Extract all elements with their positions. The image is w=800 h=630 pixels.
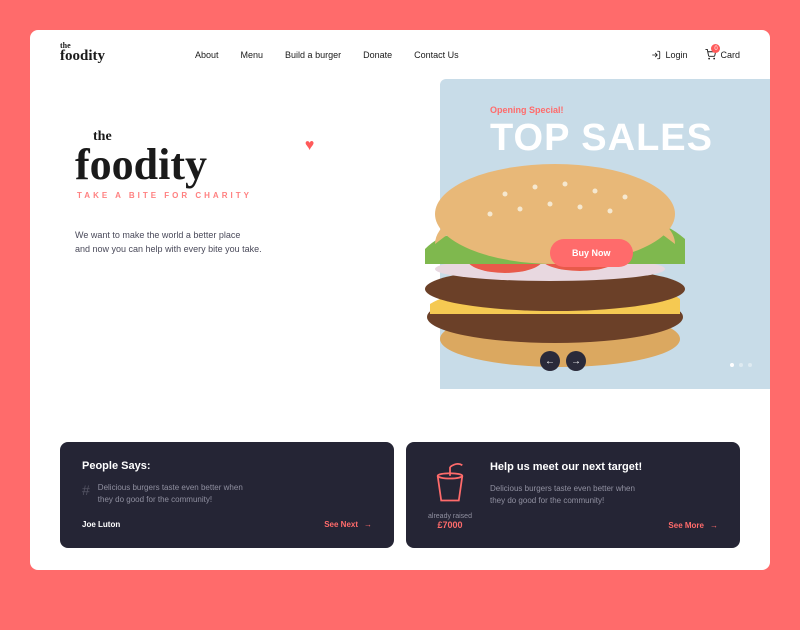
testimonial-card: People Says: # Delicious burgers taste e… bbox=[60, 442, 394, 548]
cup-icon bbox=[432, 460, 468, 504]
slider-next-button[interactable]: → bbox=[566, 351, 586, 371]
raised-label: already raised bbox=[428, 513, 472, 520]
see-more-label: See More bbox=[668, 521, 704, 530]
target-description: Delicious burgers taste even better when… bbox=[490, 483, 718, 507]
header: the foodity About Menu Build a burger Do… bbox=[30, 30, 770, 79]
target-desc-line1: Delicious burgers taste even better when bbox=[490, 484, 635, 493]
cart-badge: 0 bbox=[711, 44, 720, 53]
hero-desc-line2: and now you can help with every bite you… bbox=[75, 244, 262, 254]
cup-section: already raised £7000 bbox=[428, 460, 472, 530]
slider-prev-button[interactable]: ← bbox=[540, 351, 560, 371]
cart-link[interactable]: 0 Card bbox=[705, 49, 740, 60]
quote-line2: they do good for the community! bbox=[98, 495, 212, 504]
login-link[interactable]: Login bbox=[651, 50, 687, 60]
nav-build[interactable]: Build a burger bbox=[285, 50, 341, 60]
dot-1[interactable] bbox=[730, 363, 734, 367]
login-icon bbox=[651, 50, 661, 60]
arrow-right-icon: → bbox=[710, 521, 718, 530]
hero-desc-line1: We want to make the world a better place bbox=[75, 230, 240, 240]
login-label: Login bbox=[665, 50, 687, 60]
testimonial-quote: # Delicious burgers taste even better wh… bbox=[82, 482, 372, 506]
hero-logo-text: foodity bbox=[75, 140, 207, 189]
see-next-label: See Next bbox=[324, 520, 358, 529]
hero-section: the foodity ♥ TAKE A BITE FOR CHARITY We… bbox=[30, 79, 770, 409]
hash-icon: # bbox=[82, 482, 90, 498]
see-more-link[interactable]: See More → bbox=[668, 521, 718, 530]
main-nav: About Menu Build a burger Donate Contact… bbox=[195, 50, 459, 60]
testimonial-footer: Joe Luton See Next → bbox=[82, 520, 372, 529]
dot-2[interactable] bbox=[739, 363, 743, 367]
nav-contact[interactable]: Contact Us bbox=[414, 50, 459, 60]
raised-amount: £7000 bbox=[428, 520, 472, 530]
header-right: Login 0 Card bbox=[651, 49, 740, 60]
hero-right: Opening Special! TOP SALES Buy Now ← → bbox=[440, 79, 770, 389]
nav-donate[interactable]: Donate bbox=[363, 50, 392, 60]
target-footer: See More → bbox=[490, 521, 718, 530]
hero-logo-name: foodity ♥ bbox=[75, 145, 374, 185]
opening-label: Opening Special! bbox=[490, 105, 564, 115]
bottom-cards: People Says: # Delicious burgers taste e… bbox=[30, 442, 770, 548]
cart-label: Card bbox=[720, 50, 740, 60]
hero-logo: the foodity ♥ TAKE A BITE FOR CHARITY bbox=[75, 129, 374, 200]
nav-menu[interactable]: Menu bbox=[241, 50, 264, 60]
logo-small[interactable]: the foodity bbox=[60, 44, 105, 65]
logo-name: foodity bbox=[60, 48, 105, 64]
target-title: Help us meet our next target! bbox=[490, 461, 718, 473]
slider-dots bbox=[730, 363, 752, 367]
slider-nav: ← → bbox=[540, 351, 586, 371]
testimonial-title: People Says: bbox=[82, 460, 372, 472]
hero-description: We want to make the world a better place… bbox=[75, 228, 295, 257]
target-card: already raised £7000 Help us meet our ne… bbox=[406, 442, 740, 548]
see-next-link[interactable]: See Next → bbox=[324, 520, 372, 529]
target-desc-line2: they do good for the community! bbox=[490, 496, 604, 505]
quote-text: Delicious burgers taste even better when… bbox=[98, 482, 243, 506]
hero-tagline: TAKE A BITE FOR CHARITY bbox=[77, 191, 374, 200]
testimonial-author: Joe Luton bbox=[82, 520, 120, 529]
arrow-right-icon: → bbox=[364, 520, 372, 529]
dot-3[interactable] bbox=[748, 363, 752, 367]
hero-left: the foodity ♥ TAKE A BITE FOR CHARITY We… bbox=[75, 99, 374, 409]
quote-line1: Delicious burgers taste even better when bbox=[98, 483, 243, 492]
buy-now-button[interactable]: Buy Now bbox=[550, 239, 633, 267]
target-content: Help us meet our next target! Delicious … bbox=[490, 461, 718, 530]
nav-about[interactable]: About bbox=[195, 50, 219, 60]
heart-icon: ♥ bbox=[305, 139, 315, 153]
